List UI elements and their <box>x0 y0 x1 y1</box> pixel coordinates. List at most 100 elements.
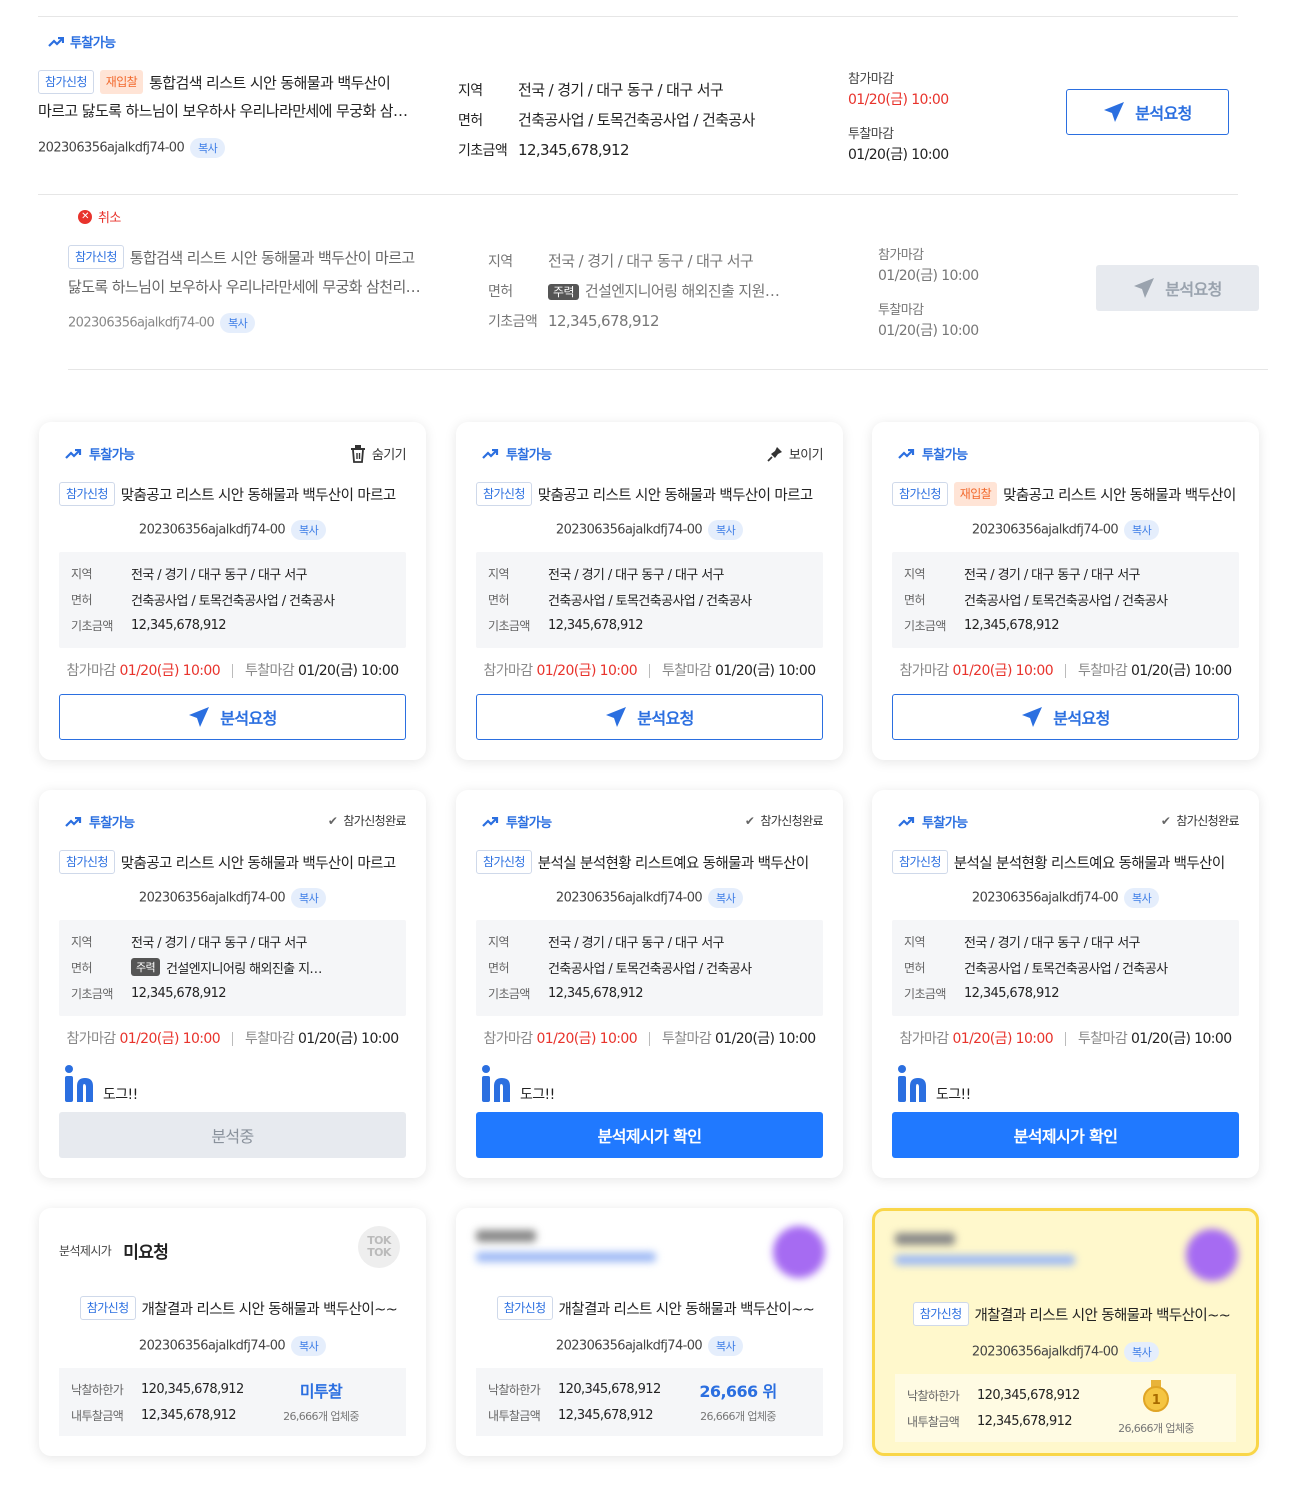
trend-up-icon <box>48 36 64 47</box>
info-box: 지역 전국 / 경기 / 대구 동구 / 대구 서구 면허 건축공사업 / 토목건축… <box>476 552 823 648</box>
info-box: 지역 전국 / 경기 / 대구 동구 / 대구 서구 면허 건축공사업 / 토목건축… <box>59 552 406 648</box>
blurred-avatar <box>773 1226 825 1278</box>
analyst-name: 도그!! <box>520 1087 555 1103</box>
notice-title[interactable]: 통합검색 리스트 시안 동해물과 백두산이 마르고 <box>130 247 415 268</box>
notice-title-line2[interactable]: 닳도록 하느님이 보우하사 우리나라만세에 무궁화 삼천리… <box>68 276 421 297</box>
pin-icon <box>767 446 782 462</box>
blurred-name <box>895 1233 955 1245</box>
result-card[interactable]: 참가신청 개찰결과 리스트 시안 동해물과 백두산이~~ 202306356aja… <box>872 1208 1259 1456</box>
list-item1-title-row: 참가신청 재입찰 통합검색 리스트 시안 동해물과 백두산이 <box>38 70 391 94</box>
apply-badge: 참가신청 <box>912 1302 969 1326</box>
notice-id: 202306356ajalkdfj74-00 복사 <box>456 888 843 908</box>
show-button[interactable]: 보이기 <box>767 444 824 463</box>
applied-status: ✔ 참가신청완료 <box>327 813 407 829</box>
copy-button[interactable]: 복사 <box>291 520 327 540</box>
analyzing-button[interactable]: 분석중 <box>59 1112 406 1158</box>
notice-id: 202306356ajalkdfj74-00 복사 <box>456 520 843 540</box>
trend-up-icon <box>898 816 915 827</box>
notice-title[interactable]: 분석실 분석현황 리스트예요 동해물과 백두산이 <box>538 852 809 873</box>
status-cancelled: ✕ 취소 <box>78 207 121 226</box>
rank-value: 미투찰 <box>299 1382 343 1401</box>
analysis-request-button[interactable]: 분석요청 <box>59 694 406 740</box>
notice-title[interactable]: 통합검색 리스트 시안 동해물과 백두산이 <box>149 72 391 93</box>
list-item2-info: 지역 전국 / 경기 / 대구 동구 / 대구 서구 면허 주력 건설엔지니어링 해외… <box>488 252 780 330</box>
analysis-request-button[interactable]: 분석요청 <box>892 694 1239 740</box>
status-bid-available: 투찰가능 <box>898 444 968 463</box>
apply-badge: 참가신청 <box>496 1296 553 1320</box>
analyst-avatar-icon <box>65 1065 93 1102</box>
analysis-request-button-disabled[interactable]: 분석요청 <box>1096 265 1259 311</box>
notice-card[interactable]: 투찰가능 숨기기 참가신청 맞춤공고 리스트 시안 동해물과 백두산이 마르고 2… <box>39 422 426 760</box>
notice-title-line2[interactable]: 마르고 닳도록 하느님이 보우하사 우리나라만세에 무궁화 삼… <box>38 100 408 121</box>
analyst-name: 도그!! <box>936 1087 971 1103</box>
notice-title[interactable]: 개찰결과 리스트 시안 동해물과 백두산이~~ <box>975 1304 1231 1325</box>
list-item1-deadlines: 참가마감 01/20(금) 10:00 투찰마감 01/20(금) 10:00 <box>848 72 949 163</box>
notice-id: 202306356ajalkdfj74-00 복사 <box>872 520 1259 540</box>
info-box: 지역 전국 / 경기 / 대구 동구 / 대구 서구 면허 주력 건설엔지니어링 해외… <box>59 920 406 1016</box>
analysis-card[interactable]: 투찰가능 ✔ 참가신청완료 참가신청 분석실 분석현황 리스트예요 동해물과 백두산… <box>456 790 843 1178</box>
copy-button[interactable]: 복사 <box>1124 1342 1160 1362</box>
notice-title[interactable]: 맞춤공고 리스트 시안 동해물과 백두산이 마르고 <box>121 484 396 505</box>
notice-title[interactable]: 맞춤공고 리스트 시안 동해물과 백두산이 <box>1003 484 1236 505</box>
check-analysis-price-button[interactable]: 분석제시가 확인 <box>892 1112 1239 1158</box>
analysis-card[interactable]: 투찰가능 ✔ 참가신청완료 참가신청 분석실 분석현황 리스트예요 동해물과 백두산… <box>872 790 1259 1178</box>
analyst-avatar-icon <box>482 1065 510 1102</box>
result-box: 낙찰하한가 120,345,678,912 내투찰금액 12,345,678,912… <box>895 1374 1236 1442</box>
gold-medal-icon: 1 <box>1143 1380 1169 1412</box>
notice-card[interactable]: 투찰가능 참가신청 재입찰 맞춤공고 리스트 시안 동해물과 백두산이 202306… <box>872 422 1259 760</box>
copy-button[interactable]: 복사 <box>220 313 256 333</box>
hide-button[interactable]: 숨기기 <box>350 444 407 463</box>
notice-id: 202306356ajalkdfj74-00 복사 <box>68 313 256 333</box>
copy-button[interactable]: 복사 <box>708 520 744 540</box>
card-title-row: 참가신청 개찰결과 리스트 시안 동해물과 백두산이~~ <box>67 1296 410 1320</box>
apply-badge: 참가신청 <box>59 850 115 874</box>
notice-id: 202306356ajalkdfj74-00 복사 <box>39 520 426 540</box>
deadlines: 참가마감 01/20(금) 10:00 투찰마감 01/20(금) 10:00 <box>483 663 816 679</box>
deadlines: 참가마감 01/20(금) 10:00 투찰마감 01/20(금) 10:00 <box>899 1031 1232 1047</box>
analyst-avatar-icon <box>898 1065 926 1102</box>
rebid-badge: 재입찰 <box>99 70 144 94</box>
send-icon <box>1104 102 1125 122</box>
notice-title[interactable]: 분석실 분석현황 리스트예요 동해물과 백두산이 <box>954 852 1225 873</box>
send-icon <box>1134 278 1155 298</box>
card-title-row: 참가신청 분석실 분석현황 리스트예요 동해물과 백두산이 <box>476 850 827 874</box>
apply-badge: 참가신청 <box>38 70 94 94</box>
card-title-row: 참가신청 맞춤공고 리스트 시안 동해물과 백두산이 마르고 <box>59 850 410 874</box>
result-card[interactable]: 분석제시가 미요청 TOK TOK 참가신청 개찰결과 리스트 시안 동해물과 백두… <box>39 1208 426 1456</box>
cancel-icon: ✕ <box>78 209 92 224</box>
notice-title[interactable]: 개찰결과 리스트 시안 동해물과 백두산이~~ <box>559 1298 815 1319</box>
check-analysis-price-button[interactable]: 분석제시가 확인 <box>476 1112 823 1158</box>
result-card[interactable]: 참가신청 개찰결과 리스트 시안 동해물과 백두산이~~ 202306356aja… <box>456 1208 843 1456</box>
analysis-request-button[interactable]: 분석요청 <box>1066 89 1229 135</box>
info-box: 지역 전국 / 경기 / 대구 동구 / 대구 서구 면허 건축공사업 / 토목건축… <box>892 920 1239 1016</box>
applied-status: ✔ 참가신청완료 <box>1160 813 1240 829</box>
copy-button[interactable]: 복사 <box>291 1336 327 1356</box>
check-icon: ✔ <box>327 813 338 828</box>
copy-button[interactable]: 복사 <box>1124 520 1160 540</box>
medal-rank: 1 <box>1152 1393 1161 1408</box>
copy-button[interactable]: 복사 <box>708 888 744 908</box>
copy-button[interactable]: 복사 <box>190 138 226 158</box>
apply-badge: 참가신청 <box>79 1296 136 1320</box>
analysis-card[interactable]: 투찰가능 ✔ 참가신청완료 참가신청 맞춤공고 리스트 시안 동해물과 백두산이 마… <box>39 790 426 1178</box>
deadlines: 참가마감 01/20(금) 10:00 투찰마감 01/20(금) 10:00 <box>66 1031 399 1047</box>
notice-title[interactable]: 개찰결과 리스트 시안 동해물과 백두산이~~ <box>142 1298 398 1319</box>
copy-button[interactable]: 복사 <box>291 888 327 908</box>
send-icon <box>189 707 210 727</box>
copy-button[interactable]: 복사 <box>708 1336 744 1356</box>
copy-button[interactable]: 복사 <box>1124 888 1160 908</box>
notice-title[interactable]: 맞춤공고 리스트 시안 동해물과 백두산이 마르고 <box>121 852 396 873</box>
applied-status: ✔ 참가신청완료 <box>744 813 824 829</box>
analyst-row: 도그!! <box>896 1064 971 1104</box>
send-icon <box>606 707 627 727</box>
notice-card[interactable]: 투찰가능 보이기 참가신청 맞춤공고 리스트 시안 동해물과 백두산이 마르고 2… <box>456 422 843 760</box>
apply-badge: 참가신청 <box>476 850 532 874</box>
analyst-name: 도그!! <box>103 1087 138 1103</box>
notice-id: 202306356ajalkdfj74-00 복사 <box>39 1336 426 1356</box>
notice-title[interactable]: 맞춤공고 리스트 시안 동해물과 백두산이 마르고 <box>538 484 813 505</box>
status-bid-available: 투찰가능 <box>65 444 135 463</box>
notice-id: 202306356ajalkdfj74-00 복사 <box>875 1342 1256 1362</box>
analysis-request-button[interactable]: 분석요청 <box>476 694 823 740</box>
analyst-row: 도그!! <box>63 1064 138 1104</box>
card-title-row: 참가신청 개찰결과 리스트 시안 동해물과 백두산이~~ <box>903 1302 1240 1326</box>
